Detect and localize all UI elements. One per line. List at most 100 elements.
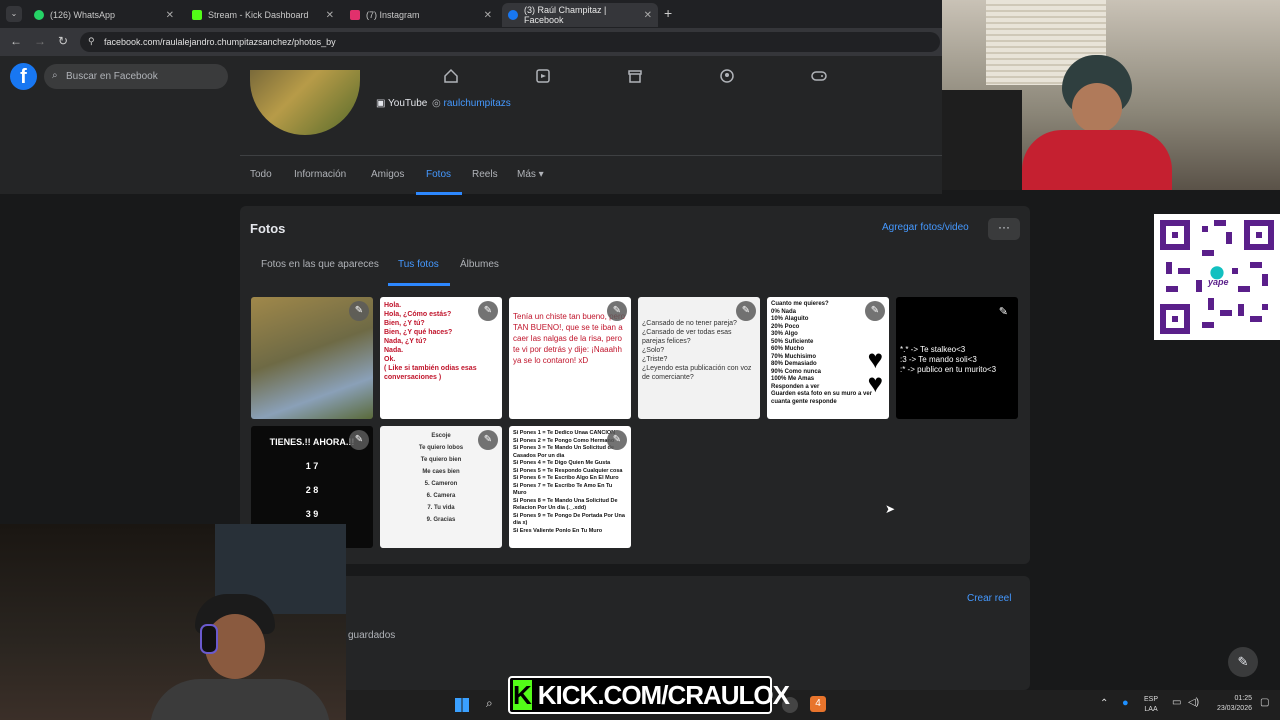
add-photos-link[interactable]: Agregar fotos/video bbox=[882, 222, 969, 233]
kick-overlay-banner: K KICK.COM/CRAULOX bbox=[508, 676, 790, 714]
notification-icon[interactable]: ▢ bbox=[1260, 697, 1269, 708]
person bbox=[140, 594, 340, 720]
tab-todo[interactable]: Todo bbox=[250, 169, 272, 180]
photo-tile[interactable]: Escoje Te quiero lobos Te quiero bien Me… bbox=[380, 426, 502, 548]
kick-url: KICK.COM/CRAULOX bbox=[537, 679, 790, 710]
tab-title: Stream - Kick Dashboard bbox=[208, 10, 309, 20]
webcam-overlay-bottom bbox=[0, 524, 346, 720]
url-text: facebook.com/raulalejandro.chumpitazsanc… bbox=[104, 37, 336, 47]
home-icon[interactable] bbox=[443, 68, 459, 84]
lang-top: ESP bbox=[1144, 696, 1159, 703]
tab-title: (3) Raúl Champitaz | Facebook bbox=[524, 5, 607, 25]
divider bbox=[942, 190, 1280, 194]
kick-icon bbox=[192, 10, 202, 20]
instagram-handle: raulchumpitazs bbox=[443, 98, 511, 109]
chevron-up-icon[interactable]: ⌃ bbox=[1100, 698, 1108, 709]
edit-icon[interactable]: ✎ bbox=[607, 430, 627, 450]
close-tab-icon[interactable]: ✕ bbox=[644, 10, 652, 21]
taskbar-search-icon[interactable]: ⌕ bbox=[486, 696, 493, 711]
photo-tile[interactable]: Hola. Hola, ¿Cómo estás? Bien, ¿Y tú? Bi… bbox=[380, 297, 502, 419]
browser-tab[interactable]: Stream - Kick Dashboard ✕ bbox=[186, 3, 340, 27]
tab-reels[interactable]: Reels bbox=[472, 169, 498, 180]
subtab-your-photos[interactable]: Tus fotos bbox=[398, 259, 439, 270]
subtab-tagged[interactable]: Fotos en las que apareces bbox=[261, 259, 379, 270]
marketplace-icon[interactable] bbox=[627, 68, 643, 84]
language-indicator[interactable]: ESP LAA bbox=[1144, 695, 1158, 715]
whatsapp-icon bbox=[34, 10, 44, 20]
kick-logo: K bbox=[513, 680, 532, 710]
tab-amigos[interactable]: Amigos bbox=[371, 169, 404, 180]
photo-tile[interactable]: Cuanto me quieres? 0% Nada 10% Alaguito … bbox=[767, 297, 889, 419]
youtube-icon: ▣ bbox=[376, 98, 389, 109]
edit-icon[interactable]: ✎ bbox=[736, 301, 756, 321]
facebook-search-input[interactable]: ⌕ Buscar en Facebook bbox=[44, 64, 228, 89]
person bbox=[1022, 55, 1172, 190]
search-icon: ⌕ bbox=[52, 70, 58, 81]
browser-tab[interactable]: (126) WhatsApp ✕ bbox=[28, 3, 180, 27]
tab-fotos[interactable]: Fotos bbox=[426, 169, 451, 180]
active-subtab-indicator bbox=[388, 283, 450, 286]
subtab-albums[interactable]: Álbumes bbox=[460, 259, 499, 270]
new-message-button[interactable]: ✎ bbox=[1228, 647, 1258, 677]
mouse-cursor: ➤ bbox=[885, 502, 896, 516]
video-icon[interactable] bbox=[535, 68, 551, 84]
youtube-link[interactable]: ▣ YouTube bbox=[376, 98, 427, 109]
edit-icon[interactable]: ✎ bbox=[865, 301, 885, 321]
browser-tab[interactable]: (7) Instagram ✕ bbox=[344, 3, 498, 27]
photo-tile[interactable]: *.* -> Te stalkeo<3 :3 -> Te mando soli<… bbox=[896, 297, 1018, 419]
date: 23/03/2026 bbox=[1216, 705, 1252, 712]
facebook-logo[interactable]: f bbox=[10, 63, 37, 90]
edit-icon[interactable]: ✎ bbox=[478, 430, 498, 450]
windows-taskbar: ⌕ 4 ⌃ ● ESP LAA ▭ ◁) 01:25 23/03/2026 ▢ bbox=[346, 690, 1280, 720]
photos-title: Fotos bbox=[250, 221, 286, 236]
photo-tile[interactable]: ✎ bbox=[251, 297, 373, 419]
clock[interactable]: 01:25 23/03/2026 bbox=[1206, 694, 1252, 714]
url-input[interactable]: ⚲ facebook.com/raulalejandro.chumpitazsa… bbox=[80, 32, 940, 52]
edit-icon[interactable]: ✎ bbox=[607, 301, 627, 321]
tab-informacion[interactable]: Información bbox=[294, 169, 346, 180]
gaming-icon[interactable] bbox=[811, 68, 827, 84]
tab-list-button[interactable]: ⌄ bbox=[6, 6, 22, 22]
browser-tab-active[interactable]: (3) Raúl Champitaz | Facebook ✕ bbox=[502, 3, 658, 27]
edit-icon[interactable]: ✎ bbox=[478, 301, 498, 321]
edit-icon[interactable]: ✎ bbox=[999, 305, 1008, 318]
close-tab-icon[interactable]: ✕ bbox=[326, 10, 334, 21]
forward-icon[interactable]: → bbox=[34, 34, 46, 48]
photo-tile[interactable]: Si Pones 1 = Te Dedico Unaa CANCION Si P… bbox=[509, 426, 631, 548]
edit-icon[interactable]: ✎ bbox=[349, 301, 369, 321]
youtube-label: YouTube bbox=[388, 98, 428, 109]
tab-title: (126) WhatsApp bbox=[50, 10, 116, 20]
instagram-icon bbox=[350, 10, 360, 20]
qr-code: yape bbox=[1154, 214, 1280, 340]
close-tab-icon[interactable]: ✕ bbox=[166, 10, 174, 21]
microphone-icon[interactable]: ● bbox=[1122, 697, 1129, 709]
lang-bottom: LAA bbox=[1144, 706, 1158, 713]
time: 01:25 bbox=[1234, 695, 1252, 702]
photo-tile[interactable]: ¿Cansado de no tener pareja? ¿Cansado de… bbox=[638, 297, 760, 419]
app-icon[interactable]: 4 bbox=[810, 696, 826, 712]
browser-tab-bar: ⌄ (126) WhatsApp ✕ Stream - Kick Dashboa… bbox=[0, 0, 942, 28]
instagram-icon: ◎ bbox=[432, 98, 444, 109]
saved-tab[interactable]: guardados bbox=[348, 630, 395, 641]
windows-start-icon[interactable] bbox=[455, 698, 469, 712]
instagram-link[interactable]: ◎ raulchumpitazs bbox=[432, 98, 511, 109]
volume-icon[interactable]: ◁) bbox=[1188, 697, 1199, 708]
create-reel-link[interactable]: Crear reel bbox=[967, 593, 1011, 604]
photo-tile[interactable]: Tenía un chiste tan bueno, pero TAN BUEN… bbox=[509, 297, 631, 419]
tab-mas[interactable]: Más ▾ bbox=[517, 169, 544, 180]
groups-icon[interactable] bbox=[719, 68, 735, 84]
more-options-button[interactable]: ··· bbox=[988, 218, 1020, 240]
back-icon[interactable]: ← bbox=[10, 34, 22, 48]
hearts-image: ♥ ♥ bbox=[867, 344, 883, 398]
network-icon[interactable]: ▭ bbox=[1172, 697, 1181, 708]
close-tab-icon[interactable]: ✕ bbox=[484, 10, 492, 21]
tab-title: (7) Instagram bbox=[366, 10, 420, 20]
chair bbox=[942, 90, 1022, 190]
profile-header bbox=[0, 96, 942, 194]
active-tab-indicator bbox=[416, 192, 462, 195]
edit-icon[interactable]: ✎ bbox=[349, 430, 369, 450]
new-tab-button[interactable]: + bbox=[664, 5, 672, 21]
facebook-icon bbox=[508, 10, 518, 20]
reload-icon[interactable]: ↻ bbox=[58, 34, 68, 48]
site-info-icon[interactable]: ⚲ bbox=[88, 36, 95, 47]
